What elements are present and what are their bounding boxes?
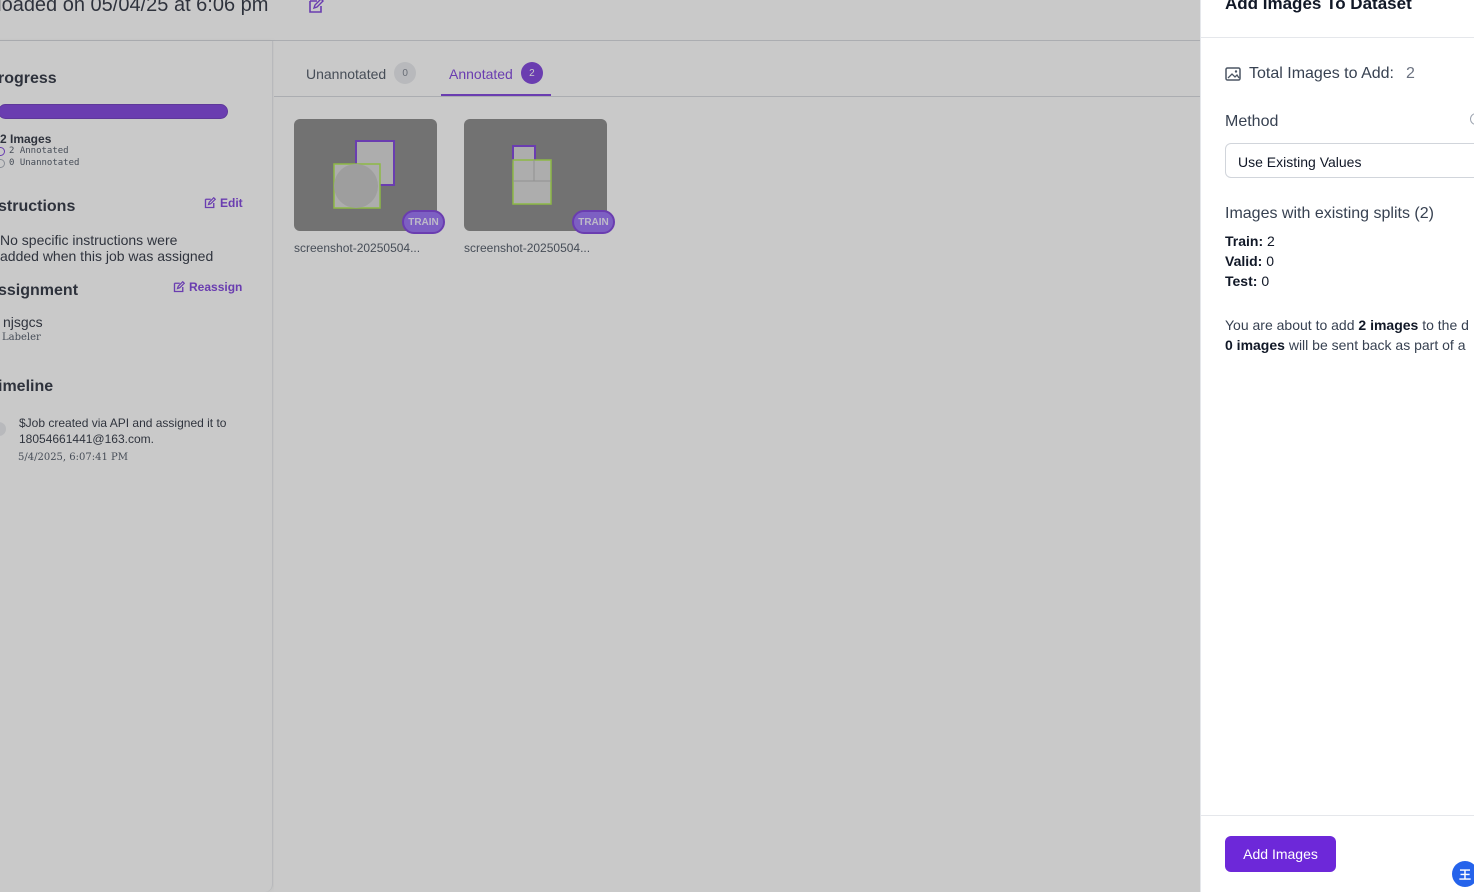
drawer-title: Add Images To Dataset <box>1225 0 1412 13</box>
note-text: will be sent back as part of a <box>1284 337 1466 353</box>
drawer-footer: Add Images 王 <box>1201 815 1474 892</box>
note-text: to the d <box>1418 317 1469 333</box>
translate-icon[interactable]: 王 <box>1452 861 1474 887</box>
splits-title: Images with existing splits (2) <box>1225 205 1434 222</box>
split-valid: Valid: 0 <box>1225 253 1274 269</box>
add-note: You are about to add 2 images to the d <box>1225 317 1469 333</box>
add-images-drawer: Add Images To Dataset Total Images to Ad… <box>1200 0 1474 892</box>
return-note: 0 images will be sent back as part of a <box>1225 337 1465 353</box>
train-value: 2 <box>1267 233 1275 249</box>
drawer-header: Add Images To Dataset <box>1201 0 1474 38</box>
test-value: 0 <box>1261 273 1270 289</box>
info-icon[interactable] <box>1470 113 1474 125</box>
total-images-row: Total Images to Add: 2 <box>1225 65 1415 83</box>
method-label: Method <box>1225 113 1279 130</box>
method-select[interactable]: Use Existing Values <box>1225 143 1474 178</box>
modal-backdrop[interactable] <box>0 0 1200 892</box>
image-icon <box>1225 67 1241 81</box>
test-label: Test: <box>1225 273 1258 289</box>
add-images-button[interactable]: Add Images <box>1225 836 1336 872</box>
valid-label: Valid: <box>1225 253 1263 269</box>
note-text: You are about to add <box>1225 317 1359 333</box>
split-train: Train: 2 <box>1225 233 1275 249</box>
note-count: 0 images <box>1225 337 1285 353</box>
total-images-value: 2 <box>1405 65 1415 82</box>
note-count: 2 images <box>1358 317 1419 333</box>
train-label: Train: <box>1225 233 1264 249</box>
total-images-label: Total Images to Add: <box>1249 65 1394 82</box>
split-test: Test: 0 <box>1225 273 1269 289</box>
valid-value: 0 <box>1266 253 1275 269</box>
